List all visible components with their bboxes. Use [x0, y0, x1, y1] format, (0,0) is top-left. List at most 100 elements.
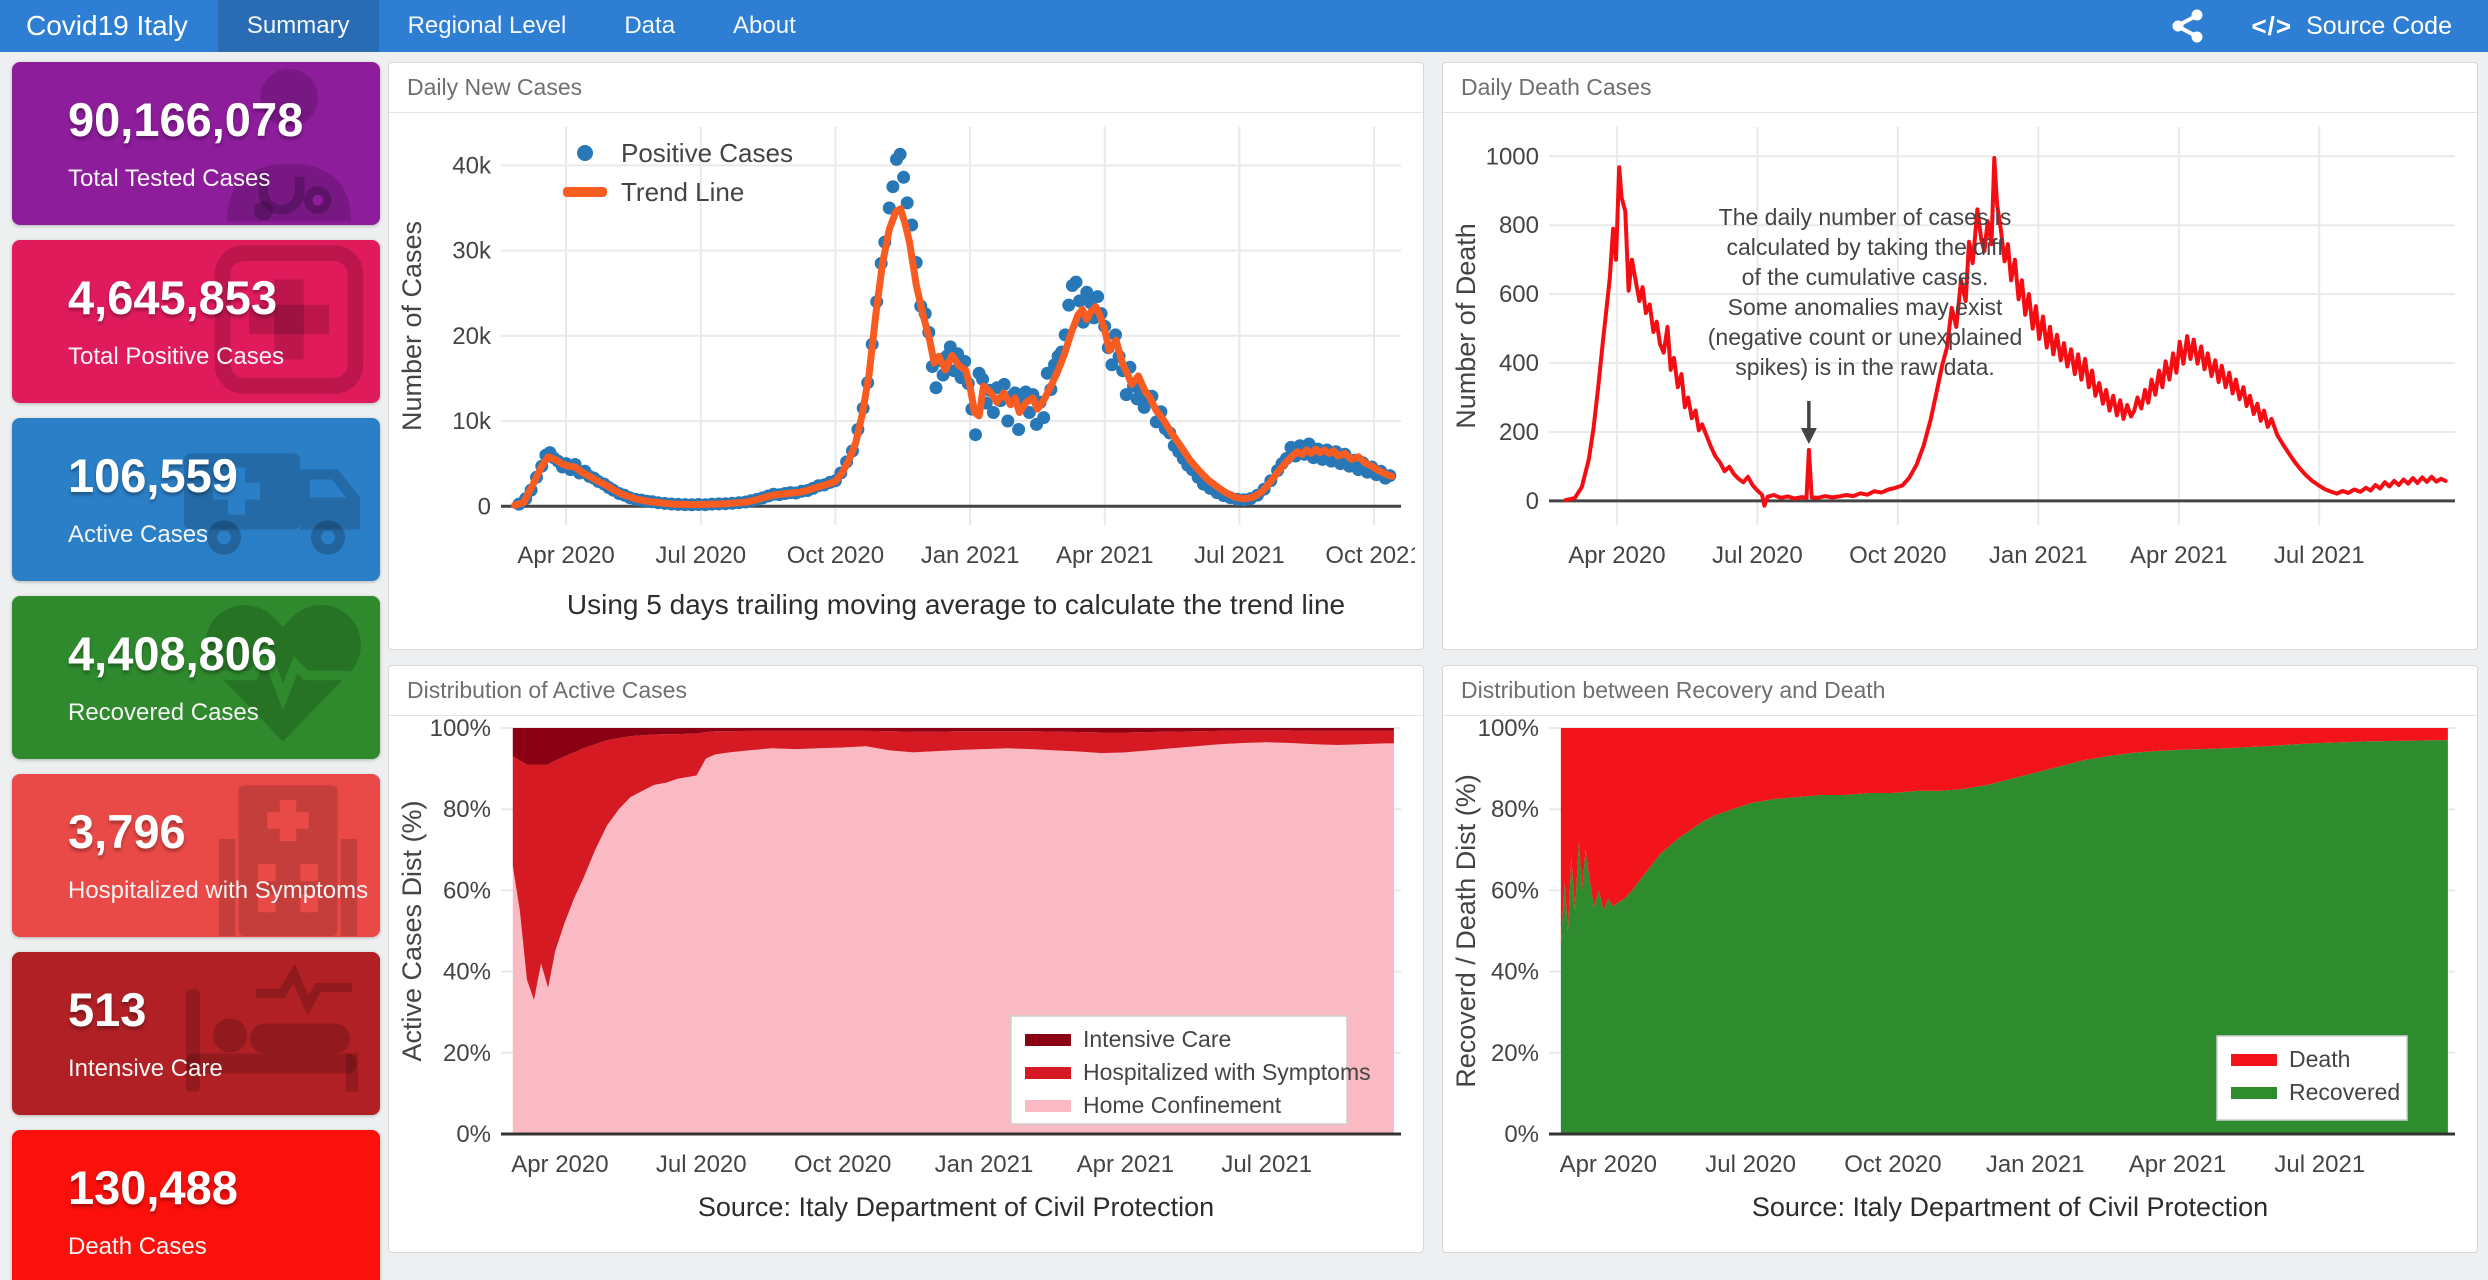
legend[interactable]: Death Recovered — [2217, 1036, 2407, 1120]
svg-text:800: 800 — [1499, 212, 1539, 239]
source-code-link[interactable]: </> Source Code — [2251, 11, 2452, 42]
svg-text:20k: 20k — [452, 323, 492, 350]
svg-text:100%: 100% — [430, 716, 491, 742]
svg-text:100%: 100% — [1478, 716, 1539, 742]
panel-title: Daily Death Cases — [1443, 63, 2477, 113]
stat-label: Total Tested Cases — [12, 147, 380, 193]
stat-label: Recovered Cases — [12, 681, 380, 727]
tab-about[interactable]: About — [704, 0, 825, 52]
stat-label: Intensive Care — [12, 1037, 380, 1083]
svg-text:Jul 2020: Jul 2020 — [1712, 542, 1803, 569]
svg-text:0: 0 — [1526, 488, 1539, 515]
legend[interactable]: Positive CasesTrend Line — [563, 138, 793, 207]
svg-text:10k: 10k — [452, 408, 492, 435]
stat-card-active-cases: 106,559 Active Cases — [12, 418, 380, 581]
svg-text:Positive Cases: Positive Cases — [621, 138, 793, 168]
stat-card-hospitalized-with-symptoms: 3,796 Hospitalized with Symptoms — [12, 774, 380, 937]
svg-text:Jul 2021: Jul 2021 — [1221, 1151, 1312, 1178]
svg-text:Jan 2021: Jan 2021 — [1986, 1151, 2085, 1178]
svg-text:Oct 2020: Oct 2020 — [794, 1151, 891, 1178]
svg-text:Jan 2021: Jan 2021 — [1989, 542, 2088, 569]
nav-tabs: SummaryRegional LevelDataAbout — [218, 0, 825, 52]
svg-text:Apr 2021: Apr 2021 — [1056, 542, 1153, 569]
stat-value: 106,559 — [12, 418, 380, 503]
panel-title: Daily New Cases — [389, 63, 1423, 113]
stat-value: 4,645,853 — [12, 240, 380, 325]
active-cases-distribution-chart[interactable]: Apr 2020 Jul 2020 Oct 2020 Jan 2021 Apr 2021… — [389, 716, 1415, 1194]
sidebar: 90,166,078 Total Tested Cases 4,645,853 … — [12, 62, 380, 1280]
svg-text:Apr 2021: Apr 2021 — [1077, 1151, 1174, 1178]
svg-text:Oct 2020: Oct 2020 — [1849, 542, 1946, 569]
svg-text:Jul 2021: Jul 2021 — [2274, 1151, 2365, 1178]
svg-text:200: 200 — [1499, 419, 1539, 446]
stat-label: Active Cases — [12, 503, 380, 549]
chart-annotation: of the cumulative cases. — [1742, 264, 1989, 290]
svg-text:0%: 0% — [1504, 1121, 1539, 1148]
tab-regional-level[interactable]: Regional Level — [379, 0, 596, 52]
source-code-label: Source Code — [2306, 12, 2452, 41]
panel-active-distribution: Distribution of Active Cases Apr 2020Jul… — [388, 665, 1424, 1253]
chart-annotation: calculated by taking the diff — [1727, 234, 2005, 260]
svg-text:60%: 60% — [443, 877, 491, 904]
svg-text:Apr 2020: Apr 2020 — [511, 1151, 608, 1178]
svg-text:Apr 2020: Apr 2020 — [517, 542, 614, 569]
app-title: Covid19 Italy — [0, 0, 218, 52]
y-axis-title: Number of Death — [1451, 223, 1481, 429]
stat-card-total-tested-cases: 90,166,078 Total Tested Cases — [12, 62, 380, 225]
svg-text:Jul 2020: Jul 2020 — [656, 1151, 747, 1178]
svg-text:20%: 20% — [1491, 1040, 1539, 1067]
svg-text:1000: 1000 — [1486, 143, 1539, 170]
svg-text:Jul 2021: Jul 2021 — [2274, 542, 2365, 569]
stat-value: 90,166,078 — [12, 62, 380, 147]
panel-daily-death-cases: Daily Death Cases Apr 2020 Jul 2020 Oct 20… — [1442, 62, 2478, 650]
charts-grid: Daily New Cases Apr 2020 Jul 2020 Oct 2020… — [388, 62, 2478, 1280]
y-axis-title: Active Cases Dist (%) — [397, 800, 427, 1061]
navbar: Covid19 Italy SummaryRegional LevelDataA… — [0, 0, 2488, 52]
svg-text:0: 0 — [478, 493, 491, 520]
svg-text:Home Confinement: Home Confinement — [1083, 1092, 1282, 1118]
annotation-arrow — [1801, 428, 1817, 444]
stat-label: Death Cases — [12, 1215, 380, 1261]
recovery-death-distribution-chart[interactable]: Apr 2020Jul 2020Oct 2020Jan 2021Apr 2021… — [1443, 716, 2469, 1194]
chart-annotation: The daily number of cases is — [1719, 204, 2012, 230]
svg-text:Death: Death — [2289, 1046, 2350, 1072]
code-icon: </> — [2251, 11, 2292, 42]
legend[interactable]: Intensive CareHospitalized with Symptoms… — [1011, 1016, 1371, 1124]
source-caption: Source: Italy Department of Civil Protec… — [389, 1192, 1423, 1223]
tab-data[interactable]: Data — [595, 0, 704, 52]
svg-text:Jul 2020: Jul 2020 — [655, 542, 746, 569]
daily-death-cases-chart[interactable]: Apr 2020 Jul 2020 Oct 2020 Jan 2021 Apr 2021… — [1443, 113, 2469, 591]
chart-annotation: Some anomalies may exist — [1728, 294, 2003, 320]
svg-text:Jan 2021: Jan 2021 — [935, 1151, 1034, 1178]
y-axis-title: Number of Cases — [397, 221, 427, 431]
daily-new-cases-chart[interactable]: Apr 2020Jul 2020Oct 2020Jan 2021Apr 2021… — [389, 113, 1415, 591]
stat-label: Hospitalized with Symptoms — [12, 859, 380, 905]
panel-recovery-death-distribution: Distribution between Recovery and Death … — [1442, 665, 2478, 1253]
stat-value: 513 — [12, 952, 380, 1037]
svg-text:Recovered: Recovered — [2289, 1079, 2400, 1105]
svg-text:Oct 2020: Oct 2020 — [1844, 1151, 1941, 1178]
svg-text:40k: 40k — [452, 152, 492, 179]
svg-text:600: 600 — [1499, 281, 1539, 308]
svg-text:40%: 40% — [443, 959, 491, 986]
tab-summary[interactable]: Summary — [218, 0, 379, 52]
stat-value: 3,796 — [12, 774, 380, 859]
svg-text:80%: 80% — [443, 796, 491, 823]
page-content: 90,166,078 Total Tested Cases 4,645,853 … — [0, 52, 2488, 1280]
share-icon[interactable] — [2171, 8, 2205, 44]
svg-text:Apr 2021: Apr 2021 — [2130, 542, 2227, 569]
svg-text:Apr 2020: Apr 2020 — [1568, 542, 1665, 569]
svg-text:Apr 2020: Apr 2020 — [1560, 1151, 1657, 1178]
svg-text:Jul 2020: Jul 2020 — [1705, 1151, 1796, 1178]
svg-text:Jan 2021: Jan 2021 — [921, 542, 1020, 569]
stat-card-intensive-care: 513 Intensive Care — [12, 952, 380, 1115]
source-caption: Source: Italy Department of Civil Protec… — [1443, 1192, 2477, 1223]
stat-value: 4,408,806 — [12, 596, 380, 681]
stat-card-recovered-cases: 4,408,806 Recovered Cases — [12, 596, 380, 759]
svg-text:0%: 0% — [456, 1121, 491, 1148]
svg-text:60%: 60% — [1491, 877, 1539, 904]
chart-annotation: (negative count or unexplained — [1708, 324, 2023, 350]
svg-text:80%: 80% — [1491, 796, 1539, 823]
stat-card-total-positive-cases: 4,645,853 Total Positive Cases — [12, 240, 380, 403]
y-axis-title: Recoverd / Death Dist (%) — [1451, 774, 1481, 1088]
